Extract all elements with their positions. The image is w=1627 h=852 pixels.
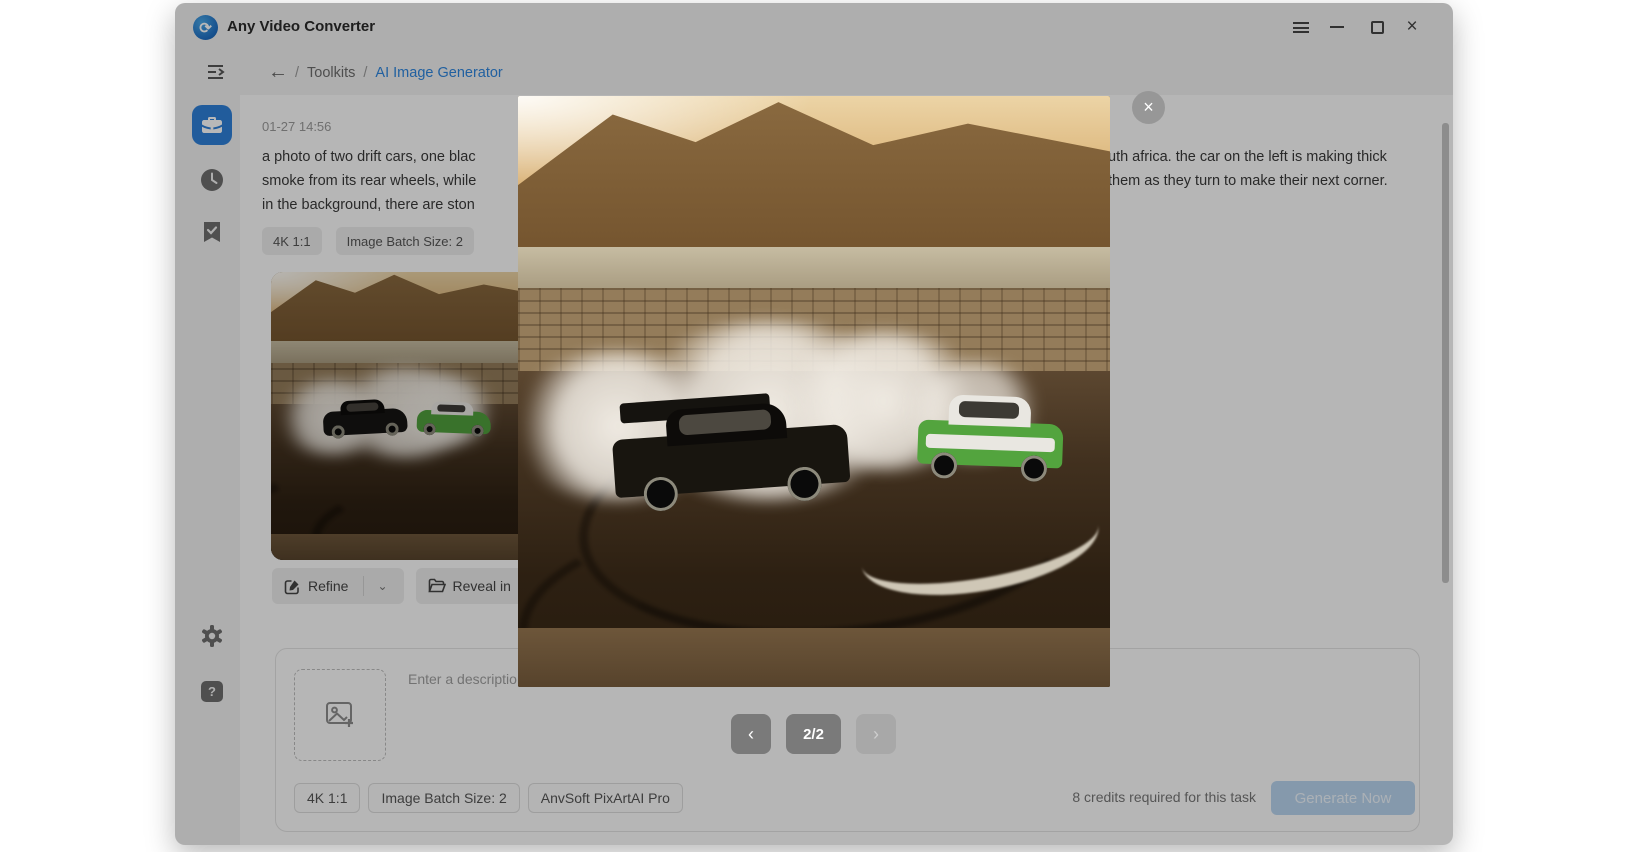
desktop: ⟳ Any Video Converter × ← / Toolkits / A… <box>0 0 1627 852</box>
drift-cars-photo-art <box>518 96 1110 687</box>
prev-image-button[interactable]: ‹ <box>731 714 771 754</box>
preview-pager: ‹ 2/2 › <box>175 714 1453 754</box>
app-window: ⟳ Any Video Converter × ← / Toolkits / A… <box>175 3 1453 845</box>
preview-close-button[interactable]: × <box>1132 91 1165 124</box>
page-indicator: 2/2 <box>786 714 841 754</box>
next-image-button: › <box>856 714 896 754</box>
image-preview <box>518 96 1110 687</box>
